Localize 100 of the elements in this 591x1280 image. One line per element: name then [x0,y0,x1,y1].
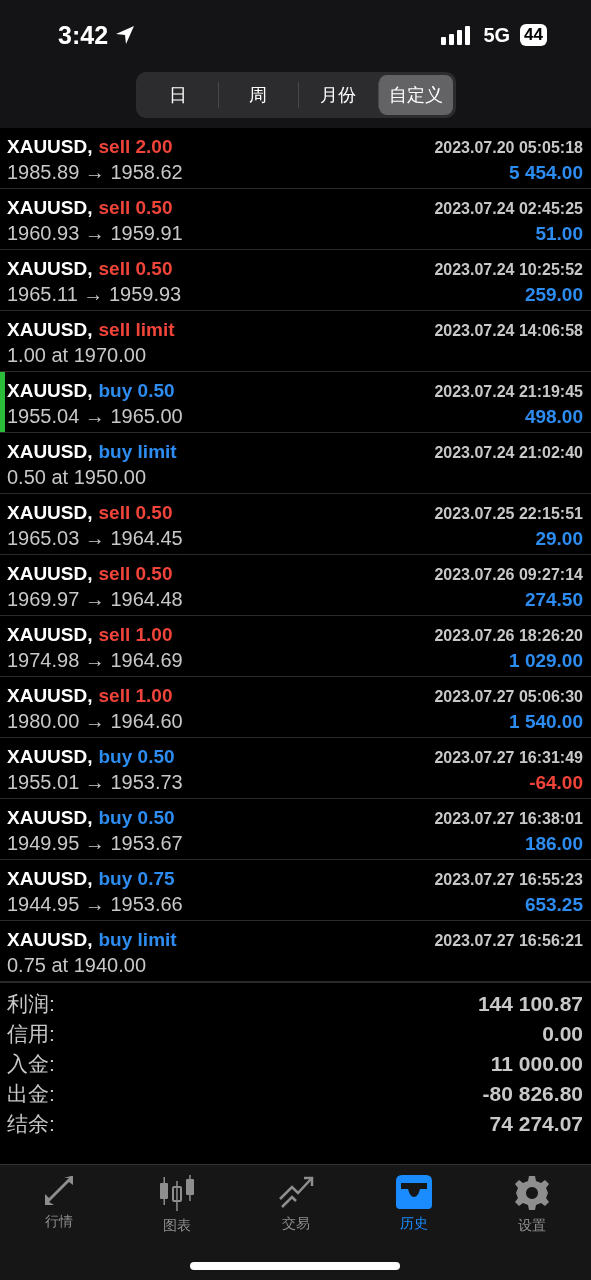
order-row[interactable]: XAUUSD, sell limit 2023.07.24 14:06:58 1.00 at 1970.00 [0,311,591,372]
price-label: 1965.03 → 1964.45 [7,527,183,550]
period-tab[interactable]: 周 [218,75,298,115]
profit-value: 1 540.00 [509,711,583,733]
period-tab[interactable]: 月份 [298,75,378,115]
order-time: 2023.07.27 16:31:49 [434,749,583,767]
period-tab[interactable]: 日 [138,75,218,115]
order-time: 2023.07.27 16:38:01 [434,810,583,828]
symbol-label: XAUUSD, [7,258,93,280]
order-type-label: buy 0.50 [98,746,175,768]
order-type-label: sell 2.00 [98,136,173,158]
summary-label: 入金: [7,1051,55,1077]
symbol-label: XAUUSD, [7,929,93,951]
order-time: 2023.07.24 21:19:45 [434,383,583,401]
symbol-label: XAUUSD, [7,502,93,524]
order-time: 2023.07.24 21:02:40 [434,444,583,462]
profit-value: 498.00 [524,406,583,428]
price-label: 1955.04 → 1965.00 [7,405,183,428]
order-row[interactable]: XAUUSD, sell 1.00 2023.07.26 18:26:20 1974.98 → 1964.69 1 029.00 [0,616,591,677]
summary-label: 出金: [7,1081,55,1107]
symbol-label: XAUUSD, [7,136,93,158]
price-label: 1965.11 → 1959.93 [7,283,182,306]
summary-value: -80 826.80 [482,1082,583,1106]
price-label: 0.50 at 1950.00 [7,466,146,489]
order-row[interactable]: XAUUSD, buy limit 2023.07.24 21:02:40 0.50 at 1950.00 [0,433,591,494]
order-time: 2023.07.27 16:55:23 [434,871,583,889]
symbol-label: XAUUSD, [7,624,93,646]
summary-value: 144 100.87 [477,992,583,1016]
symbol-label: XAUUSD, [7,197,93,219]
symbol-label: XAUUSD, [7,807,93,829]
inbox-icon [395,1175,432,1209]
profit-value: 29.00 [535,528,583,550]
order-time: 2023.07.26 18:26:20 [434,627,583,645]
tab-bar-item[interactable]: 图表 [118,1175,237,1235]
order-type-label: buy limit [98,929,177,951]
summary-value: 0.00 [542,1022,583,1046]
order-type-label: sell 1.00 [98,624,173,646]
order-time: 2023.07.24 10:25:52 [434,261,583,279]
trend-arrow-icon [277,1175,314,1209]
profit-value: 653.25 [524,894,583,916]
price-label: 1969.97 → 1964.48 [7,588,183,611]
price-label: 1949.95 → 1953.67 [7,832,183,855]
order-time: 2023.07.25 22:15:51 [434,505,583,523]
summary-label: 结余: [7,1111,55,1137]
order-type-label: buy 0.50 [98,380,175,402]
profit-value: 5 454.00 [509,162,583,184]
price-label: 1955.01 → 1953.73 [7,771,183,794]
location-arrow-icon [114,24,137,46]
order-row[interactable]: XAUUSD, sell 0.50 2023.07.26 09:27:14 1969.97 → 1964.48 274.50 [0,555,591,616]
order-row[interactable]: XAUUSD, sell 0.50 2023.07.24 02:45:25 1960.93 → 1959.91 51.00 [0,189,591,250]
order-row[interactable]: XAUUSD, sell 0.50 2023.07.25 22:15:51 1965.03 → 1964.45 29.00 [0,494,591,555]
order-row[interactable]: XAUUSD, buy 0.50 2023.07.24 21:19:45 1955.04 → 1965.00 498.00 [0,372,591,433]
order-type-label: sell 0.50 [98,563,173,585]
price-label: 1.00 at 1970.00 [7,344,146,367]
clock: 3:42 [58,20,109,50]
summary-label: 信用: [7,1021,55,1047]
price-label: 1960.93 → 1959.91 [7,222,183,245]
order-type-label: sell 0.50 [98,258,173,280]
symbol-label: XAUUSD, [7,746,93,768]
order-row[interactable]: XAUUSD, sell 0.50 2023.07.24 10:25:52 1965.11 → 1959.93 259.00 [0,250,591,311]
order-row[interactable]: XAUUSD, sell 1.00 2023.07.27 05:06:30 1980.00 → 1964.60 1 540.00 [0,677,591,738]
order-time: 2023.07.26 09:27:14 [434,566,583,584]
symbol-label: XAUUSD, [7,319,93,341]
candlestick-icon [158,1175,197,1211]
symbol-label: XAUUSD, [7,685,93,707]
order-time: 2023.07.27 16:56:21 [434,932,583,950]
order-row[interactable]: XAUUSD, buy 0.75 2023.07.27 16:55:23 1944.95 → 1953.66 653.25 [0,860,591,921]
summary-value: 74 274.07 [489,1112,583,1136]
battery-indicator: 44 [520,24,547,46]
tab-bar-item[interactable]: 交易 [236,1175,355,1233]
summary-value: 11 000.00 [490,1052,583,1076]
profit-value: 51.00 [535,223,583,245]
period-tab[interactable]: 自定义 [378,75,453,115]
order-row[interactable]: XAUUSD, buy 0.50 2023.07.27 16:38:01 1949.95 → 1953.67 186.00 [0,799,591,860]
symbol-label: XAUUSD, [7,563,93,585]
order-type-label: sell 1.00 [98,685,173,707]
order-time: 2023.07.20 05:05:18 [434,139,583,157]
order-row[interactable]: XAUUSD, sell 2.00 2023.07.20 05:05:18 1985.89 → 1958.62 5 454.00 [0,128,591,189]
order-row[interactable]: XAUUSD, buy limit 2023.07.27 16:56:21 0.75 at 1940.00 [0,921,591,982]
order-type-label: buy 0.75 [98,868,175,890]
order-time: 2023.07.27 05:06:30 [434,688,583,706]
symbol-label: XAUUSD, [7,380,93,402]
price-label: 1944.95 → 1953.66 [7,893,183,916]
price-label: 0.75 at 1940.00 [7,954,146,977]
tab-bar-item[interactable]: 设置 [472,1175,591,1235]
profit-value: 186.00 [524,833,583,855]
profit-value: 1 029.00 [509,650,583,672]
tab-bar-item[interactable]: 历史 [354,1175,473,1233]
profit-value: 274.50 [524,589,583,611]
order-type-label: sell 0.50 [98,502,173,524]
order-row[interactable]: XAUUSD, buy 0.50 2023.07.27 16:31:49 1955.01 → 1953.73 -64.00 [0,738,591,799]
summary-label: 利润: [7,991,55,1017]
network-label: 5G [483,23,511,47]
symbol-label: XAUUSD, [7,868,93,890]
tab-bar-item[interactable]: 行情 [0,1175,119,1231]
order-type-label: sell limit [98,319,175,341]
price-label: 1985.89 → 1958.62 [7,161,183,184]
profit-value: 259.00 [524,284,583,306]
order-time: 2023.07.24 02:45:25 [434,200,583,218]
price-label: 1980.00 → 1964.60 [7,710,183,733]
